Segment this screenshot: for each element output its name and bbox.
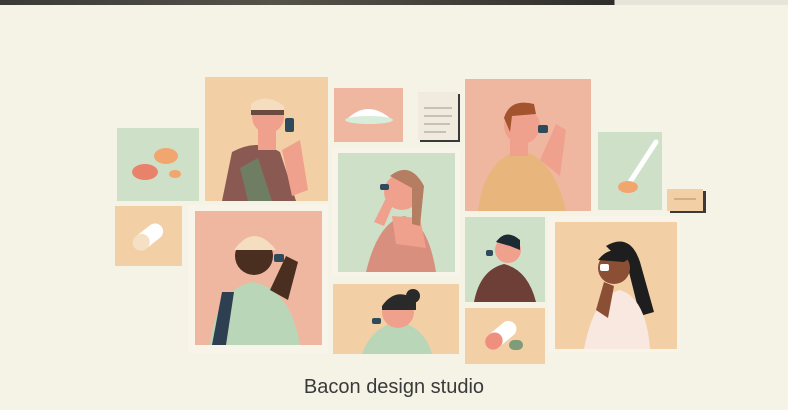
caption-text: Bacon design studio [303, 376, 485, 398]
person-woman-green-tile [332, 148, 460, 276]
person-bun-tile [333, 284, 459, 354]
capsule-tile-right [465, 308, 545, 364]
powder-tile [334, 88, 403, 142]
person-man-sweater-tile [465, 79, 591, 211]
spoon-tile [598, 132, 662, 210]
person-longhair-tile [548, 216, 680, 352]
illustration-collage [115, 77, 706, 364]
note-icon [418, 92, 460, 142]
person-beanie-tile [188, 205, 328, 353]
pills-tile [117, 128, 199, 201]
person-jacket-tile [465, 217, 545, 302]
capsule-tile-left [115, 206, 182, 266]
person-headband-tile [205, 77, 328, 201]
small-card [667, 189, 706, 213]
